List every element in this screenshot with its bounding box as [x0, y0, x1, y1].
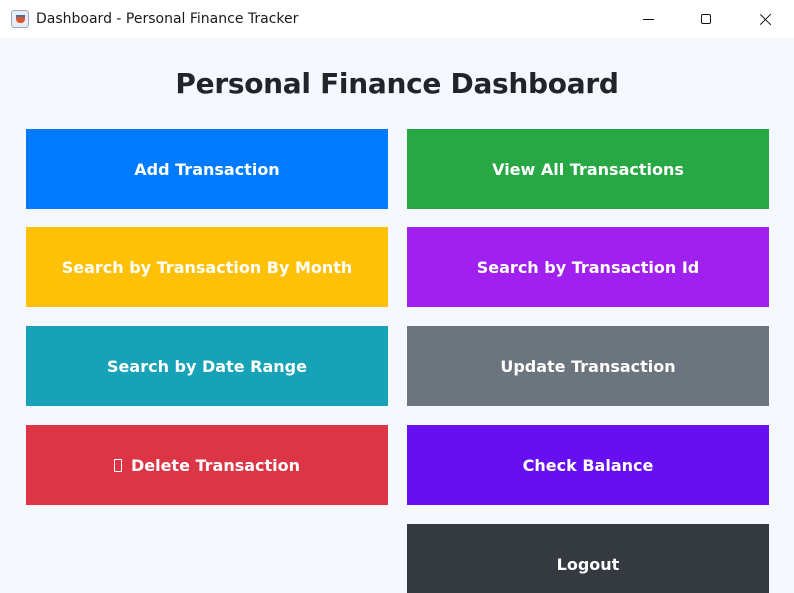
page-title: Personal Finance Dashboard	[175, 67, 619, 100]
close-icon	[759, 13, 772, 26]
check-balance-label: Check Balance	[522, 455, 654, 475]
window-title: Dashboard - Personal Finance Tracker	[36, 11, 299, 27]
delete-transaction-button[interactable]: Delete Transaction	[26, 425, 388, 505]
search-by-month-button[interactable]: Search by Transaction By Month	[26, 227, 388, 307]
delete-transaction-label: Delete Transaction	[130, 455, 301, 475]
close-button[interactable]	[742, 0, 788, 38]
add-transaction-button[interactable]: Add Transaction	[26, 129, 388, 209]
view-all-transactions-label: View All Transactions	[492, 159, 684, 179]
logout-button[interactable]: Logout	[407, 524, 769, 593]
update-transaction-label: Update Transaction	[500, 356, 676, 376]
search-by-date-range-button[interactable]: Search by Date Range	[26, 326, 388, 406]
view-all-transactions-button[interactable]: View All Transactions	[407, 129, 769, 209]
maximize-button[interactable]	[683, 0, 729, 38]
search-by-id-label: Search by Transaction Id	[476, 257, 700, 277]
logout-label: Logout	[556, 554, 620, 574]
search-by-id-button[interactable]: Search by Transaction Id	[407, 227, 769, 307]
search-by-month-label: Search by Transaction By Month	[61, 257, 353, 277]
add-transaction-label: Add Transaction	[134, 159, 280, 179]
maximize-icon	[701, 14, 711, 24]
app-window: Dashboard - Personal Finance Tracker Per…	[0, 0, 794, 593]
minimize-icon	[642, 18, 654, 20]
minimize-button[interactable]	[625, 0, 671, 38]
update-transaction-button[interactable]: Update Transaction	[407, 326, 769, 406]
java-cup-icon[interactable]	[11, 10, 29, 28]
search-by-date-range-label: Search by Date Range	[107, 356, 307, 376]
missing-glyph-icon	[113, 458, 122, 472]
title-bar[interactable]: Dashboard - Personal Finance Tracker	[0, 0, 794, 38]
check-balance-button[interactable]: Check Balance	[407, 425, 769, 505]
